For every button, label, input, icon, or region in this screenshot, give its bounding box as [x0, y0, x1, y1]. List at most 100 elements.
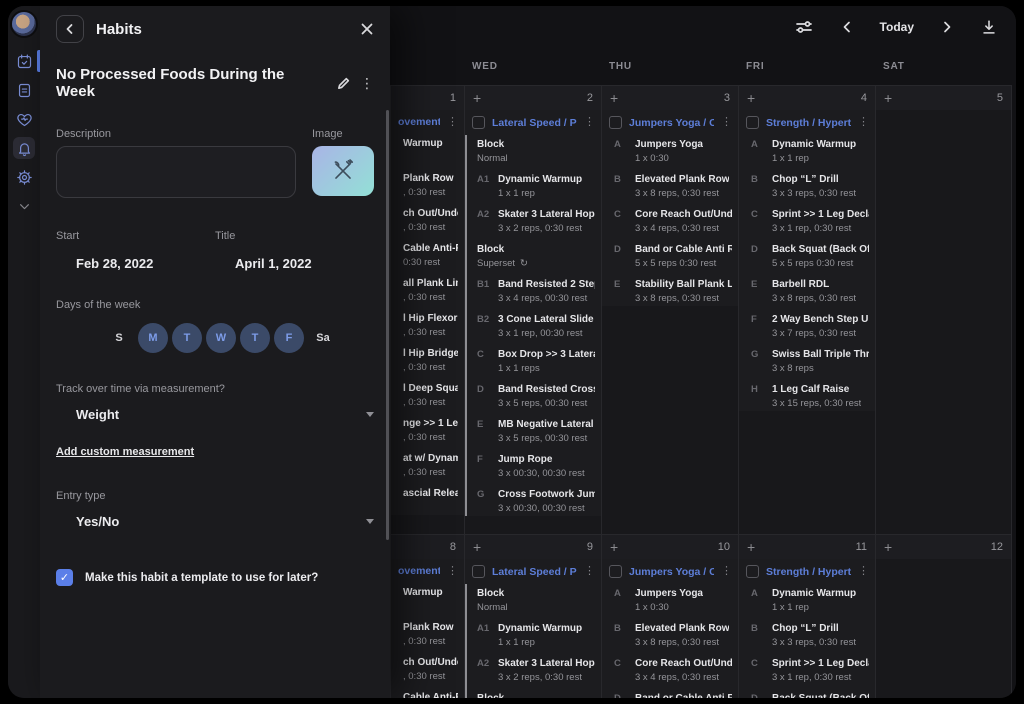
exercise-row[interactable]: Warmup — [403, 586, 458, 614]
workout-checkbox[interactable] — [472, 565, 485, 578]
exercise-row[interactable]: B1 Band Resisted 2 Step Late... 3 x 4 re… — [477, 278, 595, 306]
day-cell[interactable]: 8 ovement Q... ⋮ — [390, 535, 464, 698]
workout-checkbox[interactable] — [746, 565, 759, 578]
exercise-row[interactable]: Block Superset↻ — [477, 692, 595, 698]
modal-scrollbar[interactable] — [386, 110, 389, 540]
add-workout-button[interactable]: + — [610, 540, 618, 554]
exercise-row[interactable]: B Chop “L” Drill 3 x 3 reps, 0:30 rest — [751, 622, 869, 650]
workout-title[interactable]: Strength / Hypertro... — [766, 117, 851, 129]
exercise-row[interactable]: G Cross Footwork Jump Rope 3 x 00:30, 00… — [477, 488, 595, 516]
exercise-row[interactable]: A1 Dynamic Warmup 1 x 1 rep — [477, 622, 595, 650]
exercise-row[interactable]: at w/ Dynamic P... , 0:30 rest — [403, 452, 458, 480]
exercise-row[interactable]: A Dynamic Warmup 1 x 1 rep — [751, 587, 869, 615]
exercise-row[interactable]: Block Normal — [477, 138, 595, 166]
exercise-row[interactable]: B2 3 Cone Lateral Slide 3 x 1 rep, 00:30… — [477, 313, 595, 341]
exercise-row[interactable]: ch Out/Under , 0:30 rest — [403, 656, 458, 684]
day-cell[interactable]: + 3 Jumpers Yoga / Core ⋮ — [601, 86, 738, 534]
workout-checkbox[interactable] — [609, 565, 622, 578]
add-workout-button[interactable]: + — [747, 540, 755, 554]
exercise-row[interactable]: B Elevated Plank Row 3 x 8 reps, 0:30 re… — [614, 173, 732, 201]
workout-card[interactable]: Jumpers Yoga / Core ⋮ A — [602, 110, 738, 306]
next-week-chevron-icon[interactable] — [940, 20, 954, 34]
workout-menu-icon[interactable]: ⋮ — [721, 566, 732, 577]
exercise-row[interactable]: l Deep Squat Mo... , 0:30 rest — [403, 382, 458, 410]
exercise-row[interactable]: D Band Resisted Crossover... 3 x 5 reps,… — [477, 383, 595, 411]
exercise-row[interactable]: G Swiss Ball Triple Threat 3 x 8 reps — [751, 348, 869, 376]
exercise-row[interactable]: C Core Reach Out/Under 3 x 4 reps, 0:30 … — [614, 208, 732, 236]
exercise-row[interactable]: nge >> 1 Leg St... , 0:30 rest — [403, 417, 458, 445]
day-pill[interactable]: S — [104, 323, 134, 353]
prev-week-chevron-icon[interactable] — [840, 20, 854, 34]
exercise-row[interactable]: Plank Row , 0:30 rest — [403, 621, 458, 649]
add-workout-button[interactable]: + — [884, 91, 892, 105]
exercise-row[interactable]: E MB Negative Lateral Hop... 3 x 5 reps,… — [477, 418, 595, 446]
workout-title[interactable]: Strength / Hypertro... — [766, 566, 851, 578]
exercise-row[interactable]: Block Superset↻ — [477, 243, 595, 271]
workout-menu-icon[interactable]: ⋮ — [584, 117, 595, 128]
day-cell[interactable]: + 12 — [875, 535, 1012, 698]
download-icon[interactable] — [980, 18, 998, 36]
exercise-row[interactable]: l Hip Flexor Rais... , 0:30 rest — [403, 312, 458, 340]
add-workout-button[interactable]: + — [747, 91, 755, 105]
exercise-row[interactable]: D Back Squat (Back Off Set) 5 x 5 reps 0… — [751, 243, 869, 271]
exercise-row[interactable]: C Sprint >> 1 Leg Declarations 3 x 1 rep… — [751, 657, 869, 685]
chevron-down-icon[interactable] — [13, 195, 35, 217]
workout-card[interactable]: Lateral Speed / Plyo ⋮ — [465, 110, 601, 516]
workout-menu-icon[interactable]: ⋮ — [858, 566, 869, 577]
template-checkbox[interactable]: ✓ — [56, 569, 73, 586]
exercise-row[interactable]: Block Normal — [477, 587, 595, 615]
add-custom-measurement-link[interactable]: Add custom measurement — [56, 446, 194, 458]
add-workout-button[interactable]: + — [884, 540, 892, 554]
workout-title[interactable]: Jumpers Yoga / Core — [629, 117, 714, 129]
exercise-row[interactable]: Plank Row , 0:30 rest — [403, 172, 458, 200]
add-workout-button[interactable]: + — [610, 91, 618, 105]
workout-menu-icon[interactable]: ⋮ — [858, 117, 869, 128]
workout-card[interactable]: Lateral Speed / Plyo ⋮ — [465, 559, 601, 698]
day-pill[interactable]: M — [138, 323, 168, 353]
exercise-row[interactable]: A Dynamic Warmup 1 x 1 rep — [751, 138, 869, 166]
workout-checkbox[interactable] — [746, 116, 759, 129]
exercise-row[interactable]: Warmup — [403, 137, 458, 165]
exercise-row[interactable]: ch Out/Under , 0:30 rest — [403, 207, 458, 235]
add-workout-button[interactable]: + — [473, 91, 481, 105]
exercise-row[interactable]: F Jump Rope 3 x 00:30, 00:30 rest — [477, 453, 595, 481]
day-cell[interactable]: + 2 Lateral Speed / Plyo ⋮ — [464, 86, 601, 534]
exercise-row[interactable]: B Chop “L” Drill 3 x 3 reps, 0:30 rest — [751, 173, 869, 201]
exercise-row[interactable]: A2 Skater 3 Lateral Hops >> ... 3 x 2 re… — [477, 657, 595, 685]
exercise-row[interactable]: H 1 Leg Calf Raise 3 x 15 reps, 0:30 res… — [751, 383, 869, 411]
today-button[interactable]: Today — [880, 20, 914, 34]
workout-menu-icon[interactable]: ⋮ — [584, 566, 595, 577]
health-heart-icon[interactable] — [13, 108, 35, 130]
end-date-value[interactable]: April 1, 2022 — [235, 256, 374, 271]
workout-checkbox[interactable] — [472, 116, 485, 129]
exercise-row[interactable]: E Barbell RDL 3 x 8 reps, 0:30 rest — [751, 278, 869, 306]
exercise-row[interactable]: ascial Release C... — [403, 487, 458, 515]
calendar-check-icon[interactable] — [13, 50, 35, 72]
day-cell[interactable]: + 5 — [875, 86, 1012, 534]
workout-title[interactable]: ovement Q... — [398, 565, 440, 577]
exercise-row[interactable]: D Band or Cable Anti Rotati... 5 x 5 rep… — [614, 243, 732, 271]
workout-card[interactable]: ovement Q... ⋮ — [391, 559, 464, 698]
add-workout-button[interactable]: + — [473, 540, 481, 554]
exercise-row[interactable]: Cable Anti-Rotati... 0:30 rest — [403, 691, 458, 698]
user-avatar[interactable] — [10, 10, 38, 38]
exercise-row[interactable]: C Sprint >> 1 Leg Declarations 3 x 1 rep… — [751, 208, 869, 236]
settings-gear-icon[interactable] — [13, 166, 35, 188]
entry-type-select[interactable]: Yes/No — [56, 514, 374, 529]
workout-title[interactable]: Lateral Speed / Plyo — [492, 117, 577, 129]
workout-checkbox[interactable] — [609, 116, 622, 129]
exercise-row[interactable]: A Jumpers Yoga 1 x 0:30 — [614, 138, 732, 166]
day-pill[interactable]: Sa — [308, 323, 338, 353]
description-input[interactable] — [56, 146, 296, 198]
exercise-row[interactable]: F 2 Way Bench Step Up 3 x 7 reps, 0:30 r… — [751, 313, 869, 341]
workout-title[interactable]: Lateral Speed / Plyo — [492, 566, 577, 578]
exercise-row[interactable]: C Box Drop >> 3 Lateral H... 1 x 1 reps — [477, 348, 595, 376]
document-icon[interactable] — [13, 79, 35, 101]
day-pill[interactable]: T — [240, 323, 270, 353]
workout-card[interactable]: Strength / Hypertro... ⋮ A — [739, 559, 875, 698]
day-pill[interactable]: W — [206, 323, 236, 353]
start-date-value[interactable]: Feb 28, 2022 — [76, 256, 215, 271]
exercise-row[interactable]: D Back Squat (Back Off Set) 5 x 5 reps 0… — [751, 692, 869, 698]
exercise-row[interactable]: B Elevated Plank Row 3 x 8 reps, 0:30 re… — [614, 622, 732, 650]
close-icon[interactable] — [360, 22, 374, 36]
